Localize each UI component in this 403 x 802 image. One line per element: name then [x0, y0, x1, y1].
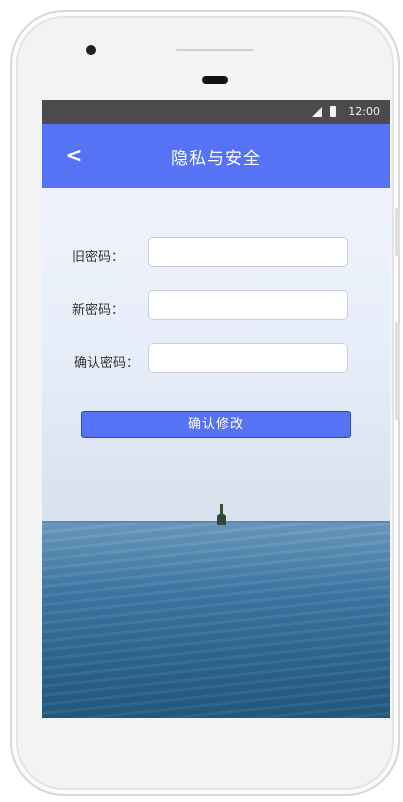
top-navbar: < 隐私与安全 [42, 124, 390, 188]
confirm-password-row: 确认密码： [42, 343, 390, 377]
earpiece-speaker [202, 76, 228, 84]
horizon-line [42, 521, 390, 523]
confirm-password-field[interactable] [148, 343, 348, 373]
old-password-field[interactable] [148, 237, 348, 267]
confirm-password-label: 确认密码： [74, 356, 140, 371]
battery-icon [330, 106, 336, 117]
new-password-row: 新密码： [42, 290, 390, 324]
volume-button [395, 208, 400, 256]
app-screen: 12:00 < 隐私与安全 旧密码： 新密码： 确认密码： 确认修改 [42, 100, 390, 718]
sea-background [42, 522, 390, 718]
buoy [217, 514, 226, 525]
status-time: 12:00 [348, 105, 380, 118]
confirm-change-button[interactable]: 确认修改 [81, 411, 351, 438]
old-password-row: 旧密码： [42, 237, 390, 271]
page-title: 隐私与安全 [171, 149, 261, 169]
sensor-slit [176, 49, 254, 51]
new-password-label: 新密码： [72, 303, 125, 318]
new-password-field[interactable] [148, 290, 348, 320]
front-camera [86, 45, 96, 55]
status-bar: 12:00 [42, 100, 390, 124]
phone-frame: 12:00 < 隐私与安全 旧密码： 新密码： 确认密码： 确认修改 [10, 10, 400, 796]
power-button [395, 322, 400, 420]
old-password-label: 旧密码： [72, 250, 125, 265]
signal-icon [312, 107, 322, 117]
